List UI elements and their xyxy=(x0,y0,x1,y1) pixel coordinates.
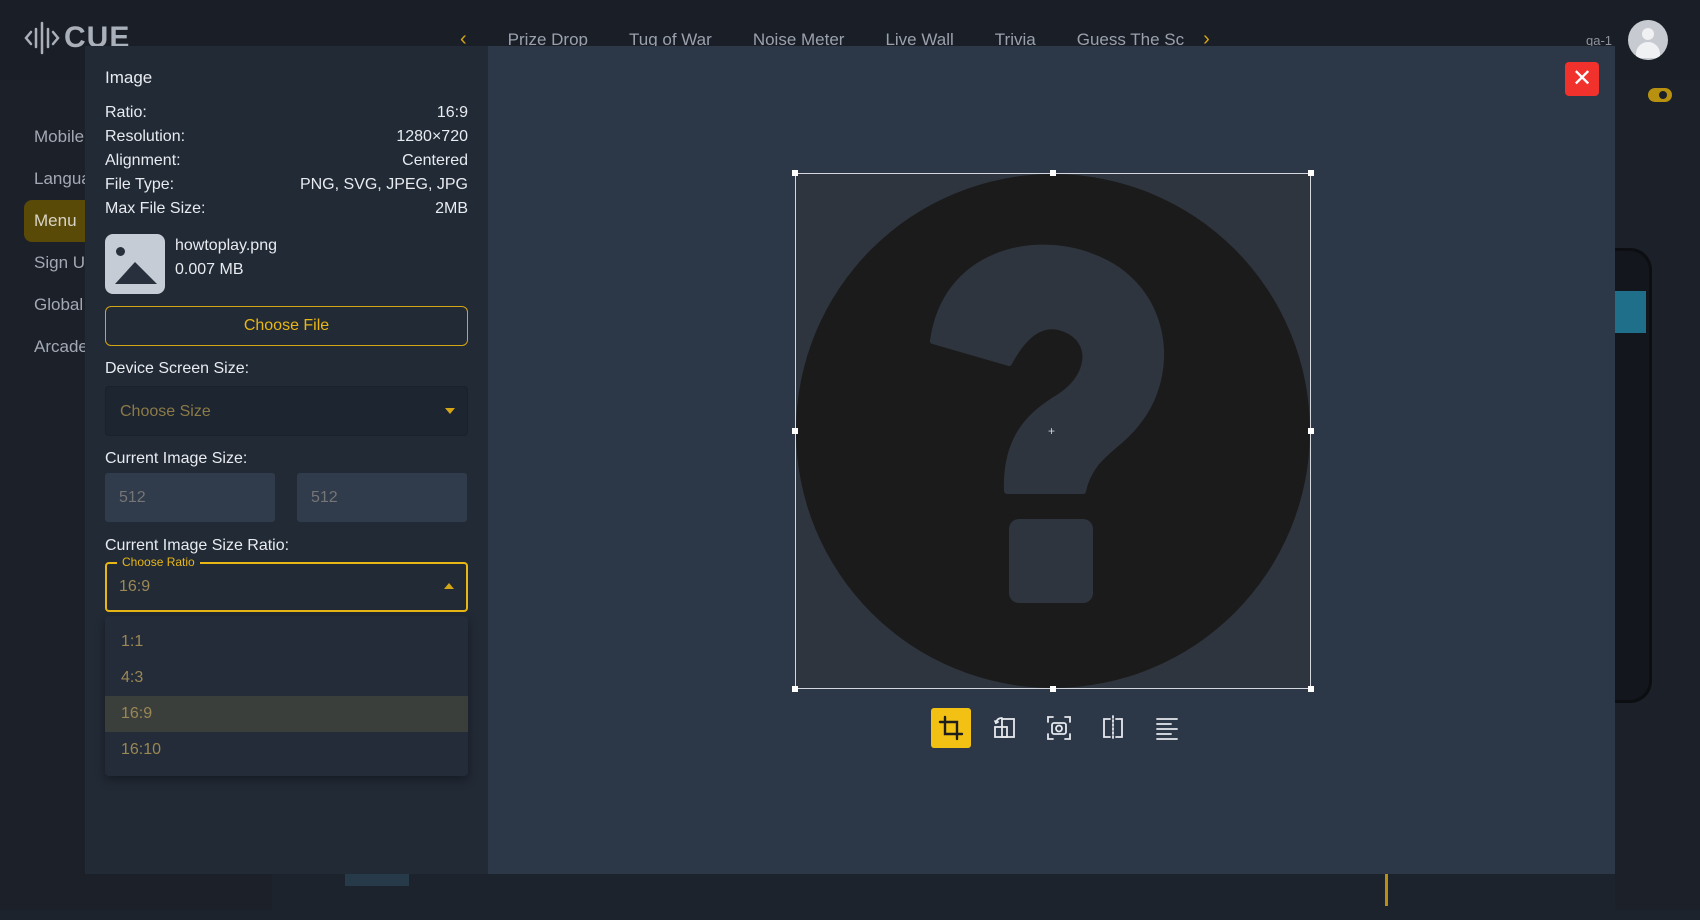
background-accent-line xyxy=(1385,872,1388,906)
info-value: 1280×720 xyxy=(396,128,468,145)
background-toggle[interactable] xyxy=(1648,88,1672,102)
close-modal-button[interactable]: ✕ xyxy=(1565,62,1599,96)
info-label: Alignment: xyxy=(105,152,181,169)
crop-handle-top-left[interactable] xyxy=(792,170,798,176)
crop-handle-bottom-right[interactable] xyxy=(1308,686,1314,692)
info-value: 16:9 xyxy=(436,104,468,121)
image-crop-area[interactable]: + xyxy=(792,170,1314,692)
align-tool-button[interactable] xyxy=(1147,708,1187,748)
background-phone-preview xyxy=(1612,248,1652,703)
file-meta: howtoplay.png 0.007 MB xyxy=(175,234,277,294)
crop-center-icon: + xyxy=(1048,424,1056,438)
chevron-down-icon xyxy=(445,408,455,414)
ratio-select[interactable]: 16:9 xyxy=(105,562,468,612)
info-row-file-type: File Type: PNG, SVG, JPEG, JPG xyxy=(105,176,468,194)
user-icon-head xyxy=(1642,28,1654,40)
current-image-ratio-label: Current Image Size Ratio: xyxy=(105,537,290,554)
crop-tool-button[interactable] xyxy=(931,708,971,748)
info-label: Ratio: xyxy=(105,104,147,121)
ratio-option-16-10[interactable]: 16:10 xyxy=(105,732,468,768)
crop-handle-top[interactable] xyxy=(1050,170,1056,176)
ratio-option-1-1[interactable]: 1:1 xyxy=(105,624,468,660)
select-placeholder: Choose Size xyxy=(120,403,211,420)
image-editor-modal: Image Ratio: 16:9 Resolution: 1280×720 A… xyxy=(85,46,1615,874)
image-width-input[interactable] xyxy=(105,473,275,522)
rotate-tool-button[interactable] xyxy=(985,708,1025,748)
info-label: Max File Size: xyxy=(105,200,206,217)
info-label: File Type: xyxy=(105,176,175,193)
rotate-icon xyxy=(994,717,1015,738)
info-value: 2MB xyxy=(435,200,468,217)
current-image-size-label: Current Image Size: xyxy=(105,450,248,467)
crop-icon xyxy=(938,715,964,741)
phone-preview-banner xyxy=(1612,291,1646,333)
device-screen-size-label: Device Screen Size: xyxy=(105,360,250,377)
info-row-resolution: Resolution: 1280×720 xyxy=(105,128,468,146)
image-height-input[interactable] xyxy=(297,473,467,522)
crop-handle-left[interactable] xyxy=(792,428,798,434)
info-row-ratio: Ratio: 16:9 xyxy=(105,104,468,122)
ratio-select-value: 16:9 xyxy=(119,578,151,595)
flip-tool-button[interactable] xyxy=(1093,708,1133,748)
crop-handle-top-right[interactable] xyxy=(1308,170,1314,176)
ratio-field-legend: Choose Ratio xyxy=(117,555,200,569)
selected-file: howtoplay.png 0.007 MB xyxy=(105,234,277,294)
screenshot-icon xyxy=(1047,716,1071,740)
flip-horizontal-icon xyxy=(1103,715,1123,741)
avatar[interactable] xyxy=(1628,20,1668,60)
file-name: howtoplay.png xyxy=(175,237,277,254)
crop-handle-bottom[interactable] xyxy=(1050,686,1056,692)
info-value: PNG, SVG, JPEG, JPG xyxy=(299,176,468,193)
thumbnail-mountain xyxy=(115,262,157,284)
user-icon-body xyxy=(1636,42,1660,58)
choose-file-button[interactable]: Choose File xyxy=(105,306,468,346)
ratio-option-16-9[interactable]: 16:9 xyxy=(105,696,468,732)
ratio-option-4-3[interactable]: 4:3 xyxy=(105,660,468,696)
file-size: 0.007 MB xyxy=(175,261,244,278)
info-value: Centered xyxy=(402,152,468,169)
crop-handle-bottom-left[interactable] xyxy=(792,686,798,692)
crop-handle-right[interactable] xyxy=(1308,428,1314,434)
chevron-up-icon xyxy=(444,583,454,589)
capture-tool-button[interactable] xyxy=(1039,708,1079,748)
editor-toolbar xyxy=(931,708,1187,748)
device-screen-size-select[interactable]: Choose Size xyxy=(105,386,468,436)
info-row-alignment: Alignment: Centered xyxy=(105,152,468,170)
ratio-dropdown-menu: 1:1 4:3 16:9 16:10 xyxy=(105,616,468,776)
panel-title: Image xyxy=(105,68,153,87)
info-label: Resolution: xyxy=(105,128,186,145)
info-row-max-file-size: Max File Size: 2MB xyxy=(105,200,468,218)
align-left-icon xyxy=(1156,718,1178,740)
waveform-icon xyxy=(24,21,60,55)
image-thumbnail-icon xyxy=(105,234,165,294)
image-settings-panel: Image Ratio: 16:9 Resolution: 1280×720 A… xyxy=(85,46,488,874)
